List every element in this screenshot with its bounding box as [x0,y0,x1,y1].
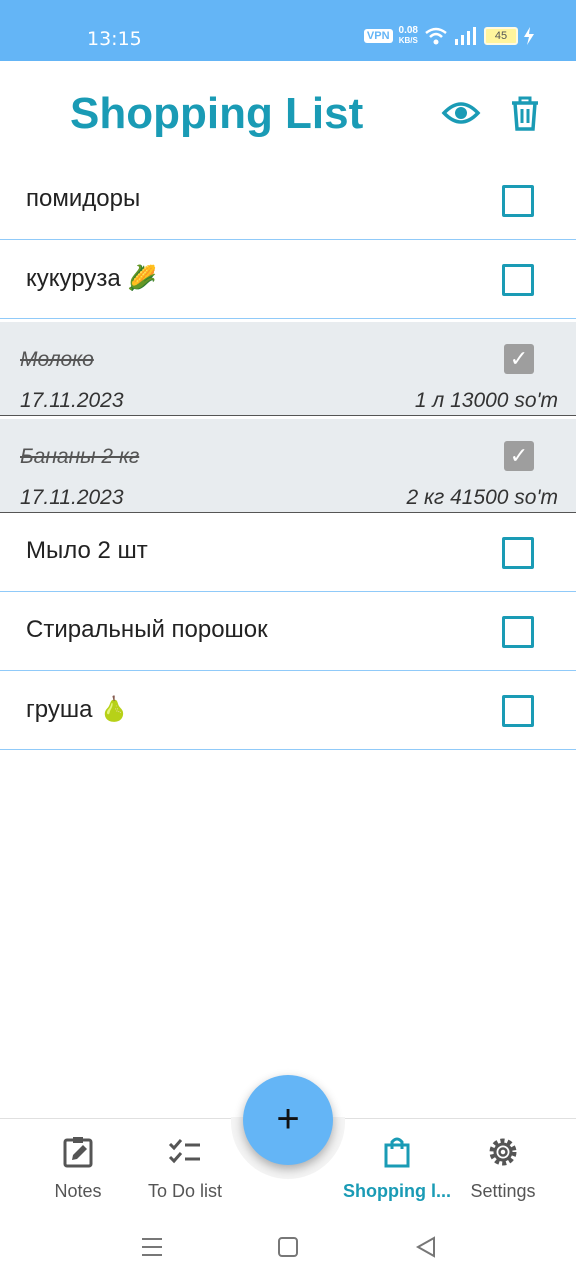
item-name: груша 🍐 [26,696,129,723]
item-name: помидоры [26,185,141,212]
nav-settings[interactable]: Settings [448,1135,558,1202]
item-checkbox[interactable] [502,695,534,727]
item-name: кукуруза 🌽 [26,265,158,292]
list-item[interactable]: Стиральный порошок [0,592,576,671]
list-item[interactable]: помидоры [0,161,576,240]
list-item[interactable]: Мыло 2 шт [0,513,576,592]
item-date: 17.11.2023 [20,486,124,509]
status-time: 13:15 [87,28,142,50]
item-price: 1 л 13000 so'm [414,389,558,412]
app-header: Shopping List [0,61,576,161]
add-item-button[interactable]: + [243,1075,333,1165]
menu-icon[interactable] [137,1232,167,1262]
item-name: Стиральный порошок [26,616,268,643]
item-date: 17.11.2023 [20,389,124,412]
nav-label: Settings [470,1181,536,1201]
item-checkbox[interactable] [502,264,534,296]
list-item-done[interactable]: Молоко ✓ 17.11.2023 1 л 13000 so'm [0,322,576,416]
shopping-list: помидоры кукуруза 🌽 Молоко ✓ 17.11.2023 … [0,161,576,750]
net-speed: 0.08 KB/S [399,26,418,46]
list-item[interactable]: груша 🍐 [0,671,576,750]
list-item[interactable]: кукуруза 🌽 [0,240,576,319]
status-icons: VPN 0.08 KB/S 45 [363,26,534,46]
nav-todo[interactable]: To Do list [130,1135,240,1202]
status-bar: 13:15 VPN 0.08 KB/S 45 [0,0,576,61]
system-nav-bar [0,1218,576,1280]
item-name: Бананы 2 кг [20,445,140,468]
signal-icon [455,27,476,45]
item-checkbox-checked[interactable]: ✓ [504,344,534,374]
nav-notes[interactable]: Notes [23,1135,133,1202]
net-speed-value: 0.08 [398,25,418,36]
item-name: Мыло 2 шт [26,537,148,564]
shopping-bag-icon [384,1137,410,1168]
charging-icon [524,27,534,45]
gear-icon [489,1138,517,1166]
item-price: 2 кг 41500 so'm [406,486,558,509]
note-edit-icon [63,1137,93,1168]
nav-shopping[interactable]: Shopping l... [342,1135,452,1202]
battery-icon: 45 [484,27,518,45]
nav-label: To Do list [147,1181,223,1201]
nav-label: Notes [54,1181,102,1201]
item-checkbox[interactable] [502,185,534,217]
eye-icon[interactable] [441,93,481,133]
item-checkbox[interactable] [502,616,534,648]
back-triangle-icon[interactable] [411,1232,441,1262]
vpn-icon: VPN [363,29,393,43]
trash-icon[interactable] [505,93,545,133]
item-name: Молоко [20,348,94,371]
home-square-icon[interactable] [273,1232,303,1262]
checklist-icon [168,1139,200,1164]
list-item-done[interactable]: Бананы 2 кг ✓ 17.11.2023 2 кг 41500 so'm [0,419,576,513]
nav-label: Shopping l... [343,1181,451,1201]
net-speed-unit: KB/S [398,36,418,45]
wifi-icon [425,27,447,45]
item-checkbox-checked[interactable]: ✓ [504,441,534,471]
item-checkbox[interactable] [502,537,534,569]
page-title: Shopping List [70,89,364,138]
